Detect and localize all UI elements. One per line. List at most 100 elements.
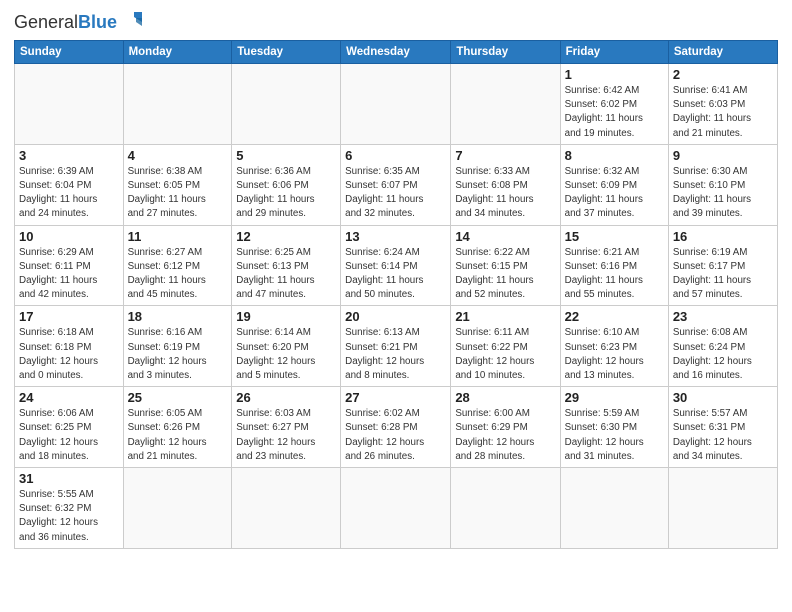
logo-wordmark: GeneralBlue <box>14 10 144 34</box>
calendar-cell <box>232 64 341 145</box>
calendar-cell: 9Sunrise: 6:30 AMSunset: 6:10 PMDaylight… <box>668 144 777 225</box>
day-info: Sunrise: 6:41 AMSunset: 6:03 PMDaylight:… <box>673 84 773 141</box>
calendar-cell <box>451 468 560 549</box>
calendar-cell: 24Sunrise: 6:06 AMSunset: 6:25 PMDayligh… <box>15 387 124 468</box>
calendar-cell <box>15 64 124 145</box>
calendar-cell: 22 Sunrise: 6:10 AMSunset: 6:23 PMDayligh… <box>560 306 668 387</box>
day-number: 13 <box>345 229 446 244</box>
day-number: 8 <box>565 148 664 163</box>
day-number: 20 <box>345 309 446 324</box>
day-info: Sunrise: 6:39 AMSunset: 6:04 PMDaylight:… <box>19 165 119 222</box>
day-info: Sunrise: 5:55 AMSunset: 6:32 PMDaylight:… <box>19 488 119 545</box>
day-info: Sunrise: 6:25 AMSunset: 6:13 PMDaylight:… <box>236 246 336 303</box>
day-info: Sunrise: 6:16 AMSunset: 6:19 PMDaylight:… <box>128 326 228 383</box>
day-info: Sunrise: 6:29 AMSunset: 6:11 PMDaylight:… <box>19 246 119 303</box>
day-number: 25 <box>128 390 228 405</box>
weekday-header-thursday: Thursday <box>451 41 560 64</box>
day-number: 19 <box>236 309 336 324</box>
day-info: Sunrise: 6:24 AMSunset: 6:14 PMDaylight:… <box>345 246 446 303</box>
calendar-cell: 23Sunrise: 6:08 AMSunset: 6:24 PMDayligh… <box>668 306 777 387</box>
day-info: Sunrise: 6:19 AMSunset: 6:17 PMDaylight:… <box>673 246 773 303</box>
calendar-cell: 7 Sunrise: 6:33 AMSunset: 6:08 PMDaylight… <box>451 144 560 225</box>
day-info: Sunrise: 6:00 AMSunset: 6:29 PMDaylight:… <box>455 407 555 464</box>
calendar-cell: 5 Sunrise: 6:36 AMSunset: 6:06 PMDaylight… <box>232 144 341 225</box>
day-info: Sunrise: 5:57 AMSunset: 6:31 PMDaylight:… <box>673 407 773 464</box>
day-number: 16 <box>673 229 773 244</box>
day-info: Sunrise: 6:33 AMSunset: 6:08 PMDaylight:… <box>455 165 555 222</box>
calendar-cell: 17 Sunrise: 6:18 AMSunset: 6:18 PMDayligh… <box>15 306 124 387</box>
day-info: Sunrise: 6:38 AMSunset: 6:05 PMDaylight:… <box>128 165 228 222</box>
day-info: Sunrise: 6:06 AMSunset: 6:25 PMDaylight:… <box>19 407 119 464</box>
weekday-header-monday: Monday <box>123 41 232 64</box>
calendar-cell: 13 Sunrise: 6:24 AMSunset: 6:14 PMDayligh… <box>341 225 451 306</box>
day-number: 11 <box>128 229 228 244</box>
calendar-cell: 31 Sunrise: 5:55 AMSunset: 6:32 PMDayligh… <box>15 468 124 549</box>
day-number: 1 <box>565 67 664 82</box>
day-info: Sunrise: 6:11 AMSunset: 6:22 PMDaylight:… <box>455 326 555 383</box>
day-info: Sunrise: 6:27 AMSunset: 6:12 PMDaylight:… <box>128 246 228 303</box>
day-info: Sunrise: 6:35 AMSunset: 6:07 PMDaylight:… <box>345 165 446 222</box>
calendar-cell <box>123 64 232 145</box>
day-number: 6 <box>345 148 446 163</box>
day-info: Sunrise: 6:22 AMSunset: 6:15 PMDaylight:… <box>455 246 555 303</box>
calendar-cell: 6 Sunrise: 6:35 AMSunset: 6:07 PMDaylight… <box>341 144 451 225</box>
day-info: Sunrise: 6:14 AMSunset: 6:20 PMDaylight:… <box>236 326 336 383</box>
day-number: 28 <box>455 390 555 405</box>
calendar-cell: 15Sunrise: 6:21 AMSunset: 6:16 PMDayligh… <box>560 225 668 306</box>
day-info: Sunrise: 6:21 AMSunset: 6:16 PMDaylight:… <box>565 246 664 303</box>
day-number: 5 <box>236 148 336 163</box>
weekday-header-row: SundayMondayTuesdayWednesdayThursdayFrid… <box>15 41 778 64</box>
weekday-header-wednesday: Wednesday <box>341 41 451 64</box>
week-row-6: 31 Sunrise: 5:55 AMSunset: 6:32 PMDayligh… <box>15 468 778 549</box>
week-row-3: 10Sunrise: 6:29 AMSunset: 6:11 PMDayligh… <box>15 225 778 306</box>
day-info: Sunrise: 6:03 AMSunset: 6:27 PMDaylight:… <box>236 407 336 464</box>
calendar-cell: 10Sunrise: 6:29 AMSunset: 6:11 PMDayligh… <box>15 225 124 306</box>
day-number: 18 <box>128 309 228 324</box>
weekday-header-saturday: Saturday <box>668 41 777 64</box>
day-number: 4 <box>128 148 228 163</box>
day-number: 26 <box>236 390 336 405</box>
calendar-table: SundayMondayTuesdayWednesdayThursdayFrid… <box>14 40 778 549</box>
day-number: 7 <box>455 148 555 163</box>
day-number: 31 <box>19 471 119 486</box>
calendar-cell: 12Sunrise: 6:25 AMSunset: 6:13 PMDayligh… <box>232 225 341 306</box>
calendar-cell: 11 Sunrise: 6:27 AMSunset: 6:12 PMDayligh… <box>123 225 232 306</box>
day-number: 22 <box>565 309 664 324</box>
day-number: 2 <box>673 67 773 82</box>
logo-triangle-icon <box>120 10 144 34</box>
day-info: Sunrise: 6:05 AMSunset: 6:26 PMDaylight:… <box>128 407 228 464</box>
calendar-page: GeneralBlue SundayMondayTuesdayWednesday… <box>0 0 792 612</box>
day-number: 30 <box>673 390 773 405</box>
calendar-cell: 18 Sunrise: 6:16 AMSunset: 6:19 PMDayligh… <box>123 306 232 387</box>
calendar-cell: 8Sunrise: 6:32 AMSunset: 6:09 PMDaylight… <box>560 144 668 225</box>
day-info: Sunrise: 5:59 AMSunset: 6:30 PMDaylight:… <box>565 407 664 464</box>
weekday-header-tuesday: Tuesday <box>232 41 341 64</box>
week-row-1: 1 Sunrise: 6:42 AMSunset: 6:02 PMDaylight… <box>15 64 778 145</box>
logo: GeneralBlue <box>14 10 144 34</box>
calendar-cell <box>232 468 341 549</box>
calendar-cell: 26 Sunrise: 6:03 AMSunset: 6:27 PMDayligh… <box>232 387 341 468</box>
week-row-4: 17 Sunrise: 6:18 AMSunset: 6:18 PMDayligh… <box>15 306 778 387</box>
calendar-cell <box>123 468 232 549</box>
calendar-cell: 16 Sunrise: 6:19 AMSunset: 6:17 PMDayligh… <box>668 225 777 306</box>
day-info: Sunrise: 6:10 AMSunset: 6:23 PMDaylight:… <box>565 326 664 383</box>
logo-text: GeneralBlue <box>14 12 117 33</box>
weekday-header-sunday: Sunday <box>15 41 124 64</box>
day-number: 29 <box>565 390 664 405</box>
header: GeneralBlue <box>14 10 778 34</box>
week-row-2: 3 Sunrise: 6:39 AMSunset: 6:04 PMDaylight… <box>15 144 778 225</box>
calendar-cell: 2 Sunrise: 6:41 AMSunset: 6:03 PMDaylight… <box>668 64 777 145</box>
week-row-5: 24Sunrise: 6:06 AMSunset: 6:25 PMDayligh… <box>15 387 778 468</box>
calendar-cell: 3 Sunrise: 6:39 AMSunset: 6:04 PMDaylight… <box>15 144 124 225</box>
calendar-cell <box>451 64 560 145</box>
day-info: Sunrise: 6:36 AMSunset: 6:06 PMDaylight:… <box>236 165 336 222</box>
calendar-cell <box>560 468 668 549</box>
day-number: 3 <box>19 148 119 163</box>
calendar-cell: 25 Sunrise: 6:05 AMSunset: 6:26 PMDayligh… <box>123 387 232 468</box>
calendar-cell: 29 Sunrise: 5:59 AMSunset: 6:30 PMDayligh… <box>560 387 668 468</box>
day-info: Sunrise: 6:13 AMSunset: 6:21 PMDaylight:… <box>345 326 446 383</box>
day-info: Sunrise: 6:42 AMSunset: 6:02 PMDaylight:… <box>565 84 664 141</box>
calendar-cell: 21Sunrise: 6:11 AMSunset: 6:22 PMDayligh… <box>451 306 560 387</box>
day-info: Sunrise: 6:18 AMSunset: 6:18 PMDaylight:… <box>19 326 119 383</box>
day-number: 17 <box>19 309 119 324</box>
